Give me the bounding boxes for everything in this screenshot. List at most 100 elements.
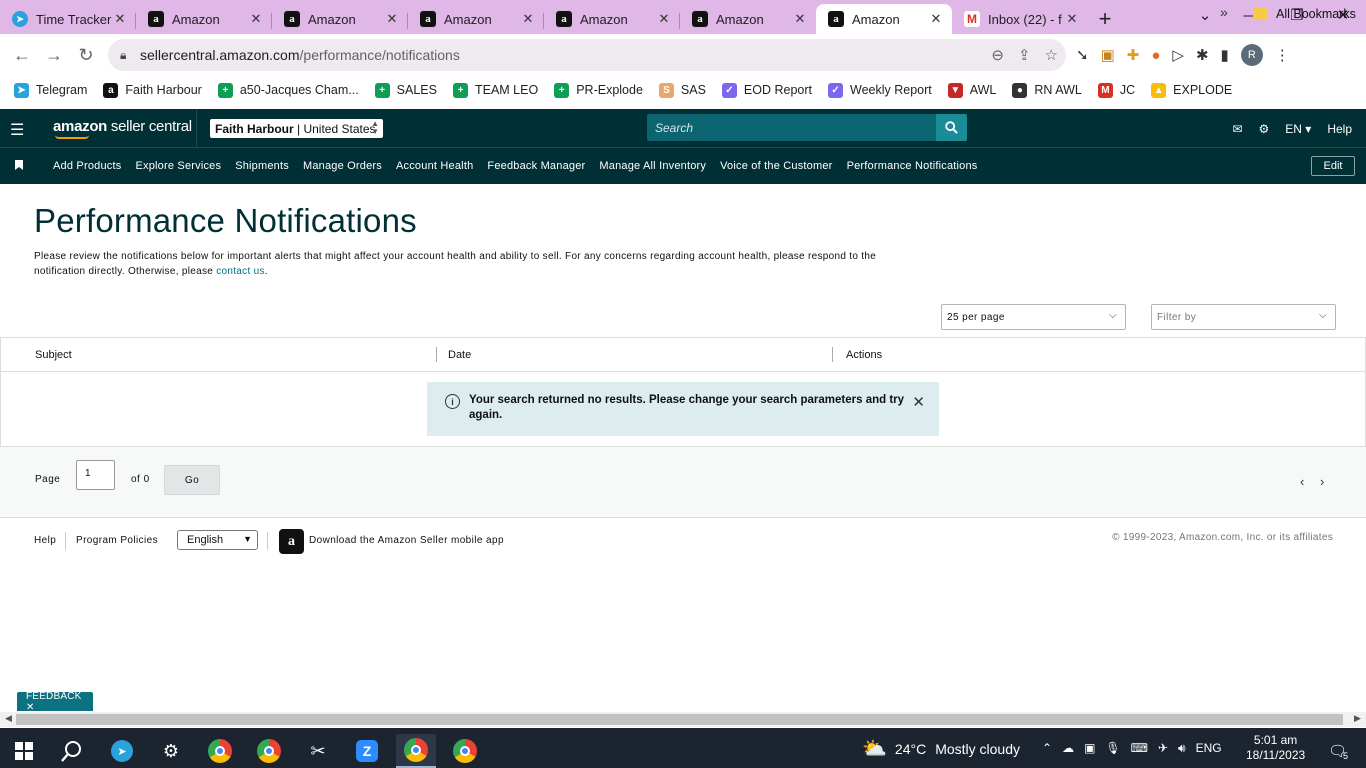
bookmark-item[interactable]: ➤ Telegram (14, 82, 87, 98)
taskbar-clock[interactable]: 5:01 am 18/11/2023 (1246, 733, 1305, 763)
back-button[interactable]: ← (6, 39, 38, 71)
extension-circle-icon[interactable]: ● (1151, 47, 1160, 64)
language-selector[interactable]: EN ▾ (1285, 122, 1311, 136)
address-bar[interactable]: 🔒︎ sellercentral.amazon.com/performance/… (108, 39, 1066, 71)
all-bookmarks-button[interactable]: All Bookmarks (1253, 0, 1356, 28)
extension-cursor-icon[interactable]: ▷ (1172, 46, 1184, 64)
camera-icon[interactable]: ▣ (1084, 741, 1095, 755)
zoom-app-icon[interactable]: Z (347, 734, 387, 768)
chrome-icon[interactable] (200, 734, 240, 768)
help-link[interactable]: Help (1327, 122, 1352, 136)
windows-start-icon[interactable] (4, 734, 44, 768)
profile-avatar[interactable]: R (1240, 44, 1263, 66)
bookmark-item[interactable]: S SAS (658, 82, 706, 98)
feedback-button[interactable]: FEEDBACK ✕ (17, 691, 93, 713)
zoom-icon[interactable]: ⊖ (991, 46, 1004, 64)
volume-icon[interactable]: 🔊︎ (1178, 741, 1186, 756)
bookmark-item[interactable]: ● RN AWL (1012, 82, 1082, 98)
gear-icon[interactable]: ⚙ (1259, 122, 1270, 136)
edit-nav-button[interactable]: Edit (1311, 156, 1355, 176)
nav-link[interactable]: Voice of the Customer (720, 160, 832, 172)
reload-button[interactable]: ↻ (70, 39, 102, 71)
telegram-icon[interactable]: ➤ (102, 734, 142, 768)
mail-icon[interactable]: ✉ (1232, 122, 1242, 136)
extension-arrow-icon[interactable]: ➘ (1076, 46, 1089, 64)
language-indicator[interactable]: ENG (1196, 741, 1222, 755)
seller-central-logo[interactable]: amazon seller central (53, 118, 192, 139)
column-header-date[interactable]: Date (448, 349, 471, 361)
close-tab-icon[interactable]: ✕ (112, 11, 128, 27)
scroll-right-icon[interactable]: ▶ (1354, 713, 1361, 724)
search-input[interactable]: Search (647, 114, 936, 141)
amazon-app-icon[interactable]: a (279, 529, 304, 554)
share-icon[interactable]: ⇪ (1018, 46, 1031, 64)
horizontal-scrollbar[interactable]: ◀ ▶ (0, 712, 1366, 727)
close-tab-icon[interactable]: ✕ (384, 11, 400, 27)
site-info-icon[interactable]: 🔒︎ (120, 48, 140, 63)
close-icon[interactable]: ✕ (912, 393, 925, 411)
account-switcher[interactable]: Faith Harbour | United States ▲ ▼ (210, 119, 383, 138)
program-policies-link[interactable]: Program Policies (76, 535, 158, 546)
more-bookmarks-icon[interactable]: » (1220, 4, 1228, 20)
browser-tab[interactable]: a Amazon ✕ (544, 4, 680, 34)
close-tab-icon[interactable]: ✕ (928, 11, 944, 27)
bookmark-item[interactable]: ▲ EXPLODE (1151, 82, 1232, 98)
bookmark-item[interactable]: ▼ AWL (947, 82, 996, 98)
filter-select[interactable]: Filter by ⌵ (1151, 304, 1336, 330)
settings-gear-icon[interactable]: ⚙ (151, 734, 191, 768)
nav-link[interactable]: Explore Services (135, 160, 221, 172)
browser-menu-icon[interactable]: ⋮ (1275, 46, 1290, 64)
close-tab-icon[interactable]: ✕ (656, 11, 672, 27)
browser-tab[interactable]: M Inbox (22) - f ✕ (952, 4, 1088, 34)
close-tab-icon[interactable]: ✕ (520, 11, 536, 27)
ime-icon[interactable]: ⌨ (1131, 741, 1148, 755)
scroll-left-icon[interactable]: ◀ (5, 713, 12, 724)
chevron-right-icon[interactable]: › (1320, 474, 1324, 489)
nav-link[interactable]: Manage All Inventory (599, 160, 706, 172)
per-page-select[interactable]: 25 per page ⌵ (941, 304, 1126, 330)
nav-link[interactable]: Manage Orders (303, 160, 382, 172)
bookmark-icon[interactable] (15, 160, 23, 170)
bookmark-item[interactable]: + a50-Jacques Cham... (217, 82, 359, 98)
bookmark-item[interactable]: a Faith Harbour (103, 82, 202, 98)
search-icon[interactable] (52, 734, 92, 768)
chrome-icon-active[interactable] (396, 734, 436, 768)
browser-tab[interactable]: a Amazon ✕ (680, 4, 816, 34)
footer-language-select[interactable]: English ▼ (177, 530, 258, 550)
close-tab-icon[interactable]: ✕ (792, 11, 808, 27)
bookmark-item[interactable]: ✓ EOD Report (721, 82, 812, 98)
nav-link[interactable]: Account Health (396, 160, 473, 172)
close-tab-icon[interactable]: ✕ (248, 11, 264, 27)
search-button[interactable] (936, 114, 967, 141)
browser-tab[interactable]: a Amazon ✕ (408, 4, 544, 34)
forward-button[interactable]: → (38, 39, 70, 71)
go-button[interactable]: Go (164, 465, 220, 495)
bookmark-item[interactable]: + PR-Explode (554, 82, 643, 98)
nav-link[interactable]: Performance Notifications (847, 160, 978, 172)
snipping-tool-icon[interactable]: ✂ (298, 734, 338, 768)
bookmark-item[interactable]: M JC (1097, 82, 1135, 98)
browser-tab-active[interactable]: a Amazon ✕ (816, 4, 952, 34)
browser-tab[interactable]: ➤ Time Tracker ✕ (0, 4, 136, 34)
contact-us-link[interactable]: contact us (216, 266, 265, 277)
browser-tab[interactable]: a Amazon ✕ (136, 4, 272, 34)
nav-link[interactable]: Shipments (235, 160, 289, 172)
weather-widget[interactable]: ⛅ 24°C Mostly cloudy (862, 736, 1020, 761)
side-panel-icon[interactable]: ▮ (1221, 46, 1229, 64)
onedrive-cloud-icon[interactable]: ☁ (1062, 741, 1074, 755)
extension-plus-icon[interactable]: ✚ (1127, 46, 1140, 64)
extension-basket-icon[interactable]: ▣ (1101, 46, 1115, 64)
bookmark-item[interactable]: ✓ Weekly Report (828, 82, 932, 98)
microphone-icon[interactable]: 🎙︎ (1105, 741, 1120, 755)
page-number-input[interactable]: 1 (76, 460, 115, 490)
nav-link[interactable]: Add Products (53, 160, 121, 172)
chevron-left-icon[interactable]: ‹ (1300, 474, 1304, 489)
close-tab-icon[interactable]: ✕ (1064, 11, 1080, 27)
nav-link[interactable]: Feedback Manager (487, 160, 585, 172)
notifications-icon[interactable]: 🗨︎ 5 (1318, 734, 1358, 768)
chrome-icon[interactable] (249, 734, 289, 768)
hamburger-menu-icon[interactable]: ☰ (10, 120, 24, 140)
chrome-icon[interactable] (445, 734, 485, 768)
footer-help-link[interactable]: Help (34, 535, 56, 546)
bookmark-star-icon[interactable]: ☆ (1045, 46, 1058, 64)
